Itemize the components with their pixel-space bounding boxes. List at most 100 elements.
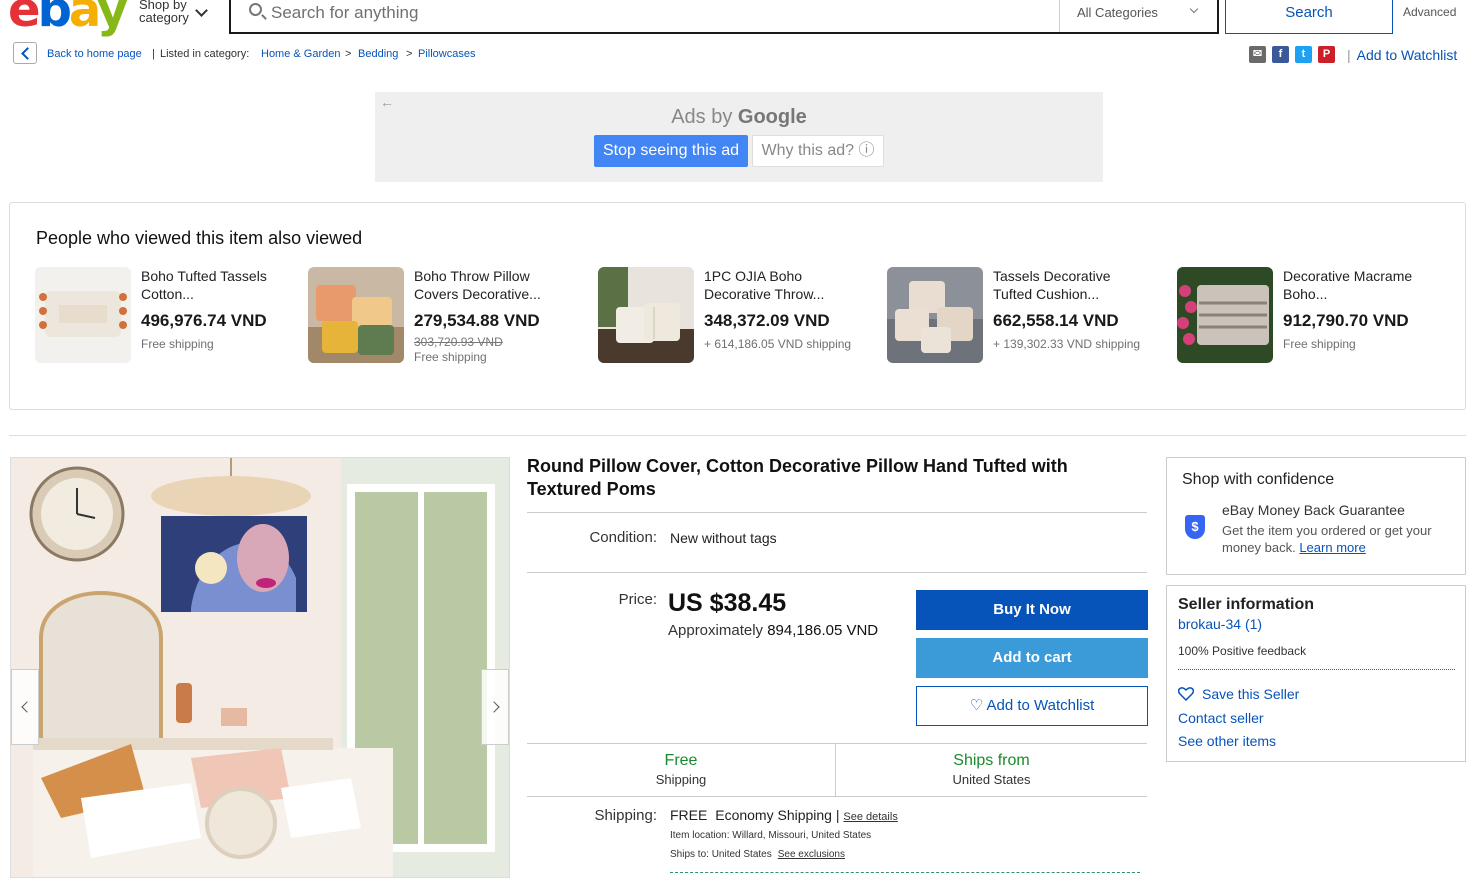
divider	[527, 512, 1147, 513]
see-exclusions-link[interactable]: See exclusions	[778, 849, 845, 860]
confidence-title: Shop with confidence	[1182, 471, 1335, 488]
ships-to: Ships to: United States See exclusions	[670, 849, 845, 860]
divider	[1178, 669, 1455, 670]
why-this-ad-button[interactable]: Why this ad? ⓘ	[752, 135, 884, 167]
seller-name: brokau-34 (1)	[1178, 616, 1262, 632]
add-to-cart-button[interactable]: Add to cart	[916, 638, 1148, 678]
prev-image-button[interactable]	[11, 669, 39, 745]
product-shipping: Free shipping	[141, 337, 214, 351]
product-thumbnail[interactable]	[308, 267, 404, 363]
breadcrumb-separator: |	[152, 48, 155, 60]
watchlist-label: Add to Watchlist	[1356, 47, 1458, 63]
shipping-label: Shipping:	[594, 807, 657, 824]
product-thumbnail[interactable]	[35, 267, 131, 363]
product-shipping: Free shipping	[1283, 337, 1356, 351]
search-icon	[249, 3, 262, 16]
shop-by-category-button[interactable]: Shop by category	[139, 0, 197, 24]
condition-value: New without tags	[670, 530, 777, 546]
seller-name-link[interactable]: brokau-34	[1178, 616, 1241, 632]
guarantee-title: eBay Money Back Guarantee	[1222, 502, 1405, 518]
facebook-icon[interactable]: f	[1272, 46, 1289, 63]
ships-from-country: United States	[952, 772, 1031, 787]
guarantee-description: Get the item you ordered or get your mon…	[1222, 522, 1452, 556]
approx-label: Approximately	[668, 622, 764, 639]
shipping-method: Economy Shipping |	[715, 807, 840, 823]
search-button[interactable]: Search	[1225, 0, 1393, 34]
product-price: 912,790.70 VND	[1283, 311, 1409, 330]
contact-seller-link[interactable]: Contact seller	[1178, 710, 1264, 726]
also-viewed-panel: People who viewed this item also viewed …	[9, 202, 1466, 410]
approx-price: Approximately 894,186.05 VND	[668, 622, 878, 639]
twitter-icon[interactable]: t	[1295, 46, 1312, 63]
learn-more-link[interactable]: Learn more	[1299, 540, 1365, 555]
product-price: 496,976.74 VND	[141, 311, 267, 330]
breadcrumb-home-garden[interactable]: Home & Garden	[261, 48, 340, 60]
product-main-image[interactable]	[10, 457, 510, 878]
chevron-left-icon	[21, 701, 33, 713]
shipping-free: FREE	[670, 807, 708, 823]
product-thumbnail[interactable]	[598, 267, 694, 363]
product-name[interactable]: Decorative Macrame Boho...	[1283, 267, 1443, 303]
next-image-button[interactable]	[481, 669, 509, 745]
pinterest-icon[interactable]: P	[1318, 46, 1335, 63]
also-viewed-title: People who viewed this item also viewed	[36, 228, 363, 248]
see-details-link[interactable]: See details	[843, 811, 897, 823]
product-price: 348,372.09 VND	[704, 311, 830, 330]
breadcrumb-separator: >	[406, 48, 413, 60]
shop-with-confidence-panel: Shop with confidence $ eBay Money Back G…	[1166, 457, 1466, 575]
ads-by-text: Ads by	[671, 106, 733, 128]
breadcrumb-bedding[interactable]: Bedding	[358, 48, 398, 60]
seller-feedback: 100% Positive feedback	[1178, 644, 1307, 658]
product-name[interactable]: Tassels Decorative Tufted Cushion...	[993, 267, 1153, 303]
price-label: Price:	[618, 591, 657, 608]
buy-it-now-button[interactable]: Buy It Now	[916, 590, 1148, 630]
breadcrumb-separator: >	[345, 48, 352, 60]
product-title: Round Pillow Cover, Cotton Decorative Pi…	[527, 456, 1068, 499]
separator: |	[1347, 47, 1351, 63]
shop-by-category-label: Shop by category	[139, 0, 189, 25]
listed-in-label: Listed in category:	[160, 48, 250, 60]
product-name[interactable]: Boho Throw Pillow Covers Decorative...	[414, 267, 574, 303]
product-old-price: 303,720.93 VND	[414, 335, 503, 349]
ebay-logo[interactable]: ebay	[8, 0, 128, 34]
divider	[670, 872, 1140, 873]
product-name[interactable]: 1PC OJIA Boho Decorative Throw...	[704, 267, 864, 303]
ads-by-google-label: Ads by Google	[375, 106, 1103, 129]
google-text: Google	[737, 106, 807, 128]
stop-seeing-ad-button[interactable]: Stop seeing this ad	[594, 135, 748, 167]
ships-to-text: Ships to: United States	[670, 849, 772, 860]
add-to-watchlist-button[interactable]: ♡ Add to Watchlist	[916, 686, 1148, 726]
condition-label: Condition:	[589, 529, 657, 546]
heart-icon[interactable]	[1178, 687, 1194, 701]
category-select[interactable]: All Categories	[1059, 0, 1219, 32]
see-other-items-link[interactable]: See other items	[1178, 733, 1276, 749]
product-price: US $38.45	[668, 589, 787, 617]
approx-value: 894,186.05 VND	[767, 622, 879, 639]
email-icon[interactable]: ✉	[1249, 46, 1266, 63]
back-arrow-icon[interactable]	[13, 42, 37, 64]
header-watchlist-link[interactable]: | Add to Watchlist	[1347, 47, 1457, 63]
search-bar: All Categories	[229, 0, 1219, 34]
product-shipping: + 614,186.05 VND shipping	[704, 337, 852, 351]
product-name[interactable]: Boho Tufted Tassels Cotton...	[141, 267, 301, 303]
breadcrumb-pillowcases[interactable]: Pillowcases	[418, 48, 475, 60]
chevron-down-icon	[195, 4, 208, 17]
search-input[interactable]	[271, 0, 1051, 26]
chevron-right-icon	[488, 701, 500, 713]
seller-score-link[interactable]: (1)	[1245, 616, 1262, 632]
chevron-down-icon	[1189, 4, 1199, 14]
product-shipping: + 139,302.33 VND shipping	[993, 337, 1141, 351]
advanced-search-link[interactable]: Advanced	[1403, 5, 1456, 19]
seller-info-panel: Seller information brokau-34 (1) 100% Po…	[1166, 585, 1466, 762]
shield-icon: $	[1185, 515, 1205, 539]
google-ad: ← Ads by Google Stop seeing this ad Why …	[375, 92, 1103, 182]
free-shipping-badge: Free Shipping	[527, 744, 836, 796]
product-thumbnail[interactable]	[887, 267, 983, 363]
save-seller-link[interactable]: Save this Seller	[1202, 686, 1299, 702]
free-label: Free	[664, 752, 698, 769]
item-location: Item location: Willard, Missouri, United…	[670, 830, 872, 841]
back-to-home-link[interactable]: Back to home page	[47, 48, 142, 60]
ships-from-label: Ships from	[953, 752, 1030, 769]
product-price: 662,558.14 VND	[993, 311, 1119, 330]
product-thumbnail[interactable]	[1177, 267, 1273, 363]
